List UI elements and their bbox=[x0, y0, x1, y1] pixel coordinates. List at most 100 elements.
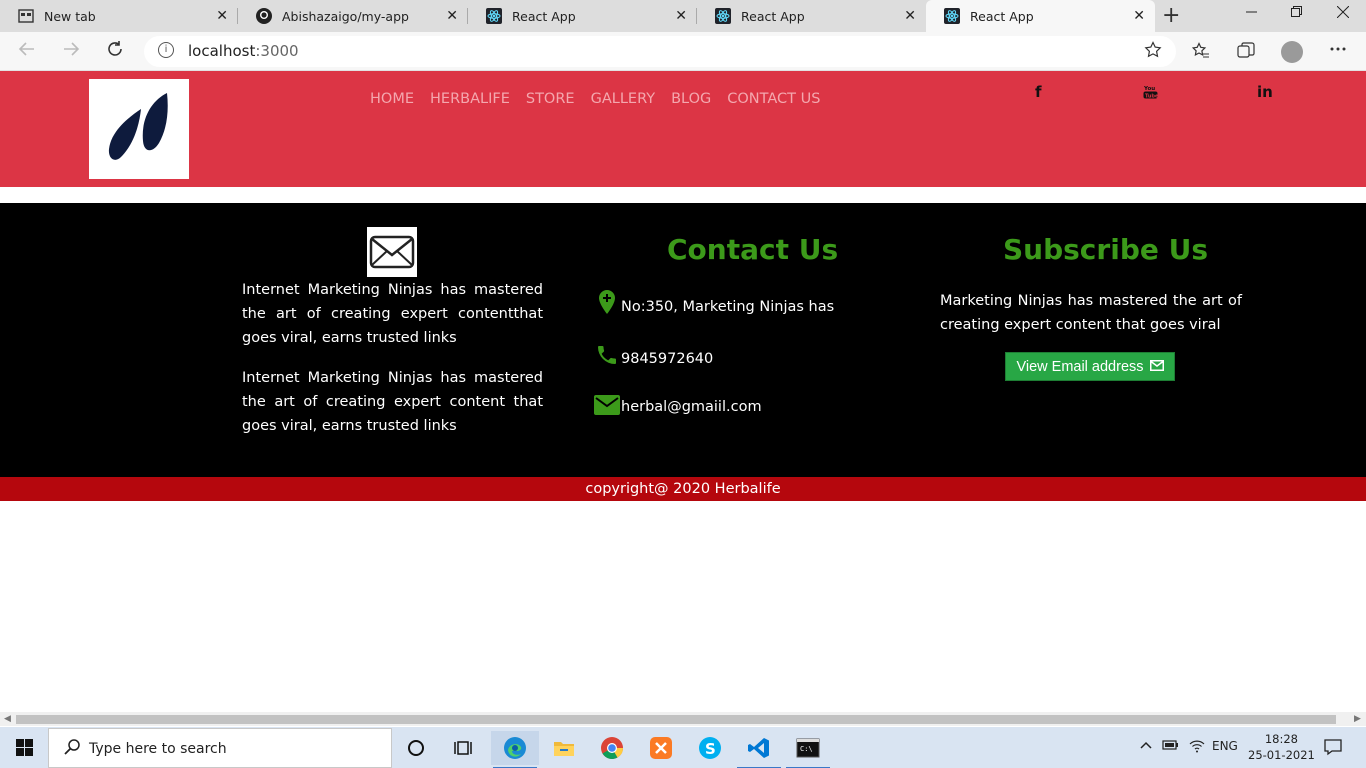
contact-phone: 9845972640 bbox=[593, 343, 713, 367]
contact-phone-text: 9845972640 bbox=[621, 351, 714, 367]
browser-tab-react-app-1[interactable]: React App ✕ bbox=[468, 0, 697, 32]
main-nav: HOME HERBALIFE STORE GALLERY BLOG CONTAC… bbox=[370, 91, 820, 107]
contact-email: herbal@gmaiil.com bbox=[593, 395, 762, 415]
nav-contact-us[interactable]: CONTACT US bbox=[727, 91, 820, 107]
browser-tab-strip: New tab ✕ Abishazaigo/my-app ✕ React App… bbox=[0, 0, 1366, 32]
close-window-icon[interactable] bbox=[1336, 5, 1350, 22]
react-icon bbox=[486, 8, 502, 24]
favorites-icon[interactable] bbox=[1191, 42, 1210, 65]
refresh-icon[interactable] bbox=[106, 40, 124, 63]
nav-store[interactable]: STORE bbox=[526, 91, 575, 107]
subscribe-us-heading: Subscribe Us bbox=[1003, 233, 1208, 266]
close-tab-icon[interactable]: ✕ bbox=[446, 8, 458, 24]
system-clock[interactable]: 18:28 25-01-2021 bbox=[1248, 731, 1315, 763]
browser-toolbar: i localhost:3000 bbox=[0, 32, 1366, 71]
taskbar-search-input[interactable]: Type here to search bbox=[48, 728, 392, 768]
subscribe-text: Marketing Ninjas has mastered the art of… bbox=[940, 293, 1242, 333]
nav-herbalife[interactable]: HERBALIFE bbox=[430, 91, 510, 107]
scrollbar-thumb[interactable] bbox=[16, 715, 1336, 724]
browser-tab-react-app-2[interactable]: React App ✕ bbox=[697, 0, 926, 32]
tab-title: React App bbox=[970, 8, 1034, 24]
wifi-icon[interactable] bbox=[1189, 739, 1205, 756]
browser-tab-github[interactable]: Abishazaigo/my-app ✕ bbox=[238, 0, 468, 32]
profile-avatar[interactable] bbox=[1281, 41, 1303, 63]
svg-text:C:\: C:\ bbox=[800, 745, 813, 753]
about-paragraph-1: Internet Marketing Ninjas has mastered t… bbox=[242, 282, 543, 346]
email-icon bbox=[593, 395, 621, 415]
tab-title: React App bbox=[512, 8, 576, 24]
tab-title: New tab bbox=[44, 8, 96, 24]
about-paragraph-2: Internet Marketing Ninjas has mastered t… bbox=[242, 370, 543, 434]
url-text[interactable]: localhost:3000 bbox=[188, 42, 299, 60]
map-pin-icon bbox=[593, 289, 621, 315]
close-tab-icon[interactable]: ✕ bbox=[675, 8, 687, 24]
clock-time: 18:28 bbox=[1264, 732, 1298, 746]
tab-title: Abishazaigo/my-app bbox=[282, 8, 409, 24]
notification-center-icon[interactable] bbox=[1324, 738, 1342, 759]
skype-icon[interactable]: S bbox=[686, 731, 734, 765]
back-icon[interactable] bbox=[18, 40, 36, 63]
view-email-address-button[interactable]: View Email address bbox=[1005, 352, 1175, 381]
more-options-icon[interactable] bbox=[1330, 40, 1346, 63]
new-tab-page-icon bbox=[18, 8, 34, 24]
svg-text:S: S bbox=[705, 740, 716, 758]
browser-tab-react-app-active[interactable]: React App ✕ bbox=[926, 0, 1155, 32]
minimize-icon[interactable] bbox=[1246, 6, 1258, 22]
site-footer: Internet Marketing Ninjas has mastered t… bbox=[0, 203, 1366, 477]
close-tab-icon[interactable]: ✕ bbox=[216, 8, 228, 24]
phone-icon bbox=[593, 343, 621, 367]
copyright-bar: copyright@ 2020 Herbalife bbox=[0, 477, 1366, 501]
nav-blog[interactable]: BLOG bbox=[671, 91, 711, 107]
task-view-icon[interactable] bbox=[440, 731, 488, 765]
browser-tab-new-tab[interactable]: New tab ✕ bbox=[0, 0, 238, 32]
react-icon bbox=[715, 8, 731, 24]
add-favorite-icon[interactable] bbox=[1144, 41, 1162, 64]
scroll-left-icon[interactable]: ◀ bbox=[4, 712, 11, 726]
edge-browser-icon[interactable] bbox=[491, 731, 539, 768]
windows-taskbar: Type here to search S C:\ ENG 18:28 25-0… bbox=[0, 727, 1366, 768]
vscode-icon[interactable] bbox=[735, 731, 783, 768]
address-bar[interactable]: i localhost:3000 bbox=[144, 36, 1176, 67]
battery-icon[interactable] bbox=[1162, 739, 1180, 754]
contact-us-heading: Contact Us bbox=[667, 233, 839, 266]
chrome-icon[interactable] bbox=[588, 731, 636, 765]
scroll-right-icon[interactable]: ▶ bbox=[1354, 712, 1361, 726]
restore-icon[interactable] bbox=[1291, 6, 1303, 22]
collections-icon[interactable] bbox=[1237, 42, 1255, 65]
linkedin-icon[interactable]: in bbox=[1257, 83, 1273, 101]
terminal-icon[interactable]: C:\ bbox=[784, 731, 832, 768]
envelope-icon bbox=[367, 227, 417, 277]
site-logo[interactable] bbox=[89, 79, 189, 179]
cortana-icon[interactable] bbox=[392, 731, 440, 765]
new-tab-button[interactable]: + bbox=[1162, 4, 1180, 28]
close-tab-icon[interactable]: ✕ bbox=[904, 8, 916, 24]
github-icon bbox=[256, 8, 272, 24]
language-indicator[interactable]: ENG bbox=[1212, 739, 1238, 753]
svg-text:Tube: Tube bbox=[1145, 93, 1159, 99]
clock-date: 25-01-2021 bbox=[1248, 748, 1315, 762]
contact-email-text[interactable]: herbal@gmaiil.com bbox=[621, 399, 762, 415]
site-info-icon[interactable]: i bbox=[158, 42, 174, 58]
tab-title: React App bbox=[741, 8, 805, 24]
contact-address-text: No:350, Marketing Ninjas has bbox=[621, 299, 835, 315]
leaf-logo-icon bbox=[108, 93, 168, 160]
windows-start-icon[interactable] bbox=[0, 727, 48, 768]
react-icon bbox=[944, 8, 960, 24]
facebook-icon[interactable]: f bbox=[1035, 83, 1042, 101]
youtube-icon[interactable]: You Tube bbox=[1143, 84, 1159, 104]
file-explorer-icon[interactable] bbox=[540, 731, 588, 765]
nav-gallery[interactable]: GALLERY bbox=[591, 91, 655, 107]
show-hidden-icons-icon[interactable] bbox=[1140, 739, 1152, 753]
view-email-address-label: View Email address bbox=[1016, 358, 1144, 375]
mail-icon bbox=[1149, 359, 1164, 375]
svg-text:You: You bbox=[1143, 86, 1155, 92]
horizontal-scrollbar[interactable]: ◀ ▶ bbox=[0, 712, 1366, 726]
search-placeholder: Type here to search bbox=[89, 741, 227, 757]
contact-address: No:350, Marketing Ninjas has bbox=[593, 289, 834, 315]
site-header: HOME HERBALIFE STORE GALLERY BLOG CONTAC… bbox=[0, 71, 1366, 187]
xampp-icon[interactable] bbox=[637, 731, 685, 765]
search-icon bbox=[63, 738, 81, 761]
nav-home[interactable]: HOME bbox=[370, 91, 414, 107]
forward-icon[interactable] bbox=[62, 40, 80, 63]
close-tab-icon[interactable]: ✕ bbox=[1133, 8, 1145, 24]
